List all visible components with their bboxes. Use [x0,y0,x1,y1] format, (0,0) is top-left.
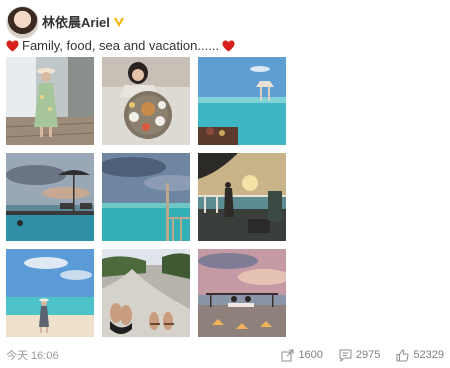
repost-count: 1600 [298,349,323,361]
repost-button[interactable]: 1600 [281,349,323,362]
photo-grid [6,57,286,337]
photo-thumbnail-9[interactable] [198,249,286,337]
action-bar: 1600 2975 52329 [281,348,444,362]
comment-icon [339,349,352,362]
photo-thumbnail-7[interactable] [6,249,94,337]
like-button[interactable]: 52329 [396,348,444,362]
post-footer: 今天 16:06 1600 2975 52329 [6,346,444,364]
photo-thumbnail-6[interactable] [198,153,286,241]
thumbs-up-icon [396,348,409,361]
timestamp: 今天 16:06 [6,350,59,362]
photo-thumbnail-3[interactable] [198,57,286,145]
like-count: 52329 [413,349,444,361]
avatar[interactable] [6,6,39,39]
share-icon [281,349,294,361]
heart-icon [222,40,235,51]
photo-thumbnail-8[interactable] [102,249,190,337]
photo-thumbnail-5[interactable] [102,153,190,241]
photo-thumbnail-2[interactable] [102,57,190,145]
verified-badge-icon [113,17,124,27]
username[interactable]: 林依晨Ariel [42,12,110,31]
comment-count: 2975 [355,349,381,361]
comment-button[interactable]: 2975 [339,349,380,362]
post-text: Family, food, sea and vacation...... [6,38,235,53]
photo-thumbnail-4[interactable] [6,153,94,241]
photo-thumbnail-1[interactable] [6,57,94,145]
heart-icon [6,40,19,51]
user-header: 林依晨Ariel [42,12,125,31]
post-text-content: Family, food, sea and vacation...... [22,38,220,53]
